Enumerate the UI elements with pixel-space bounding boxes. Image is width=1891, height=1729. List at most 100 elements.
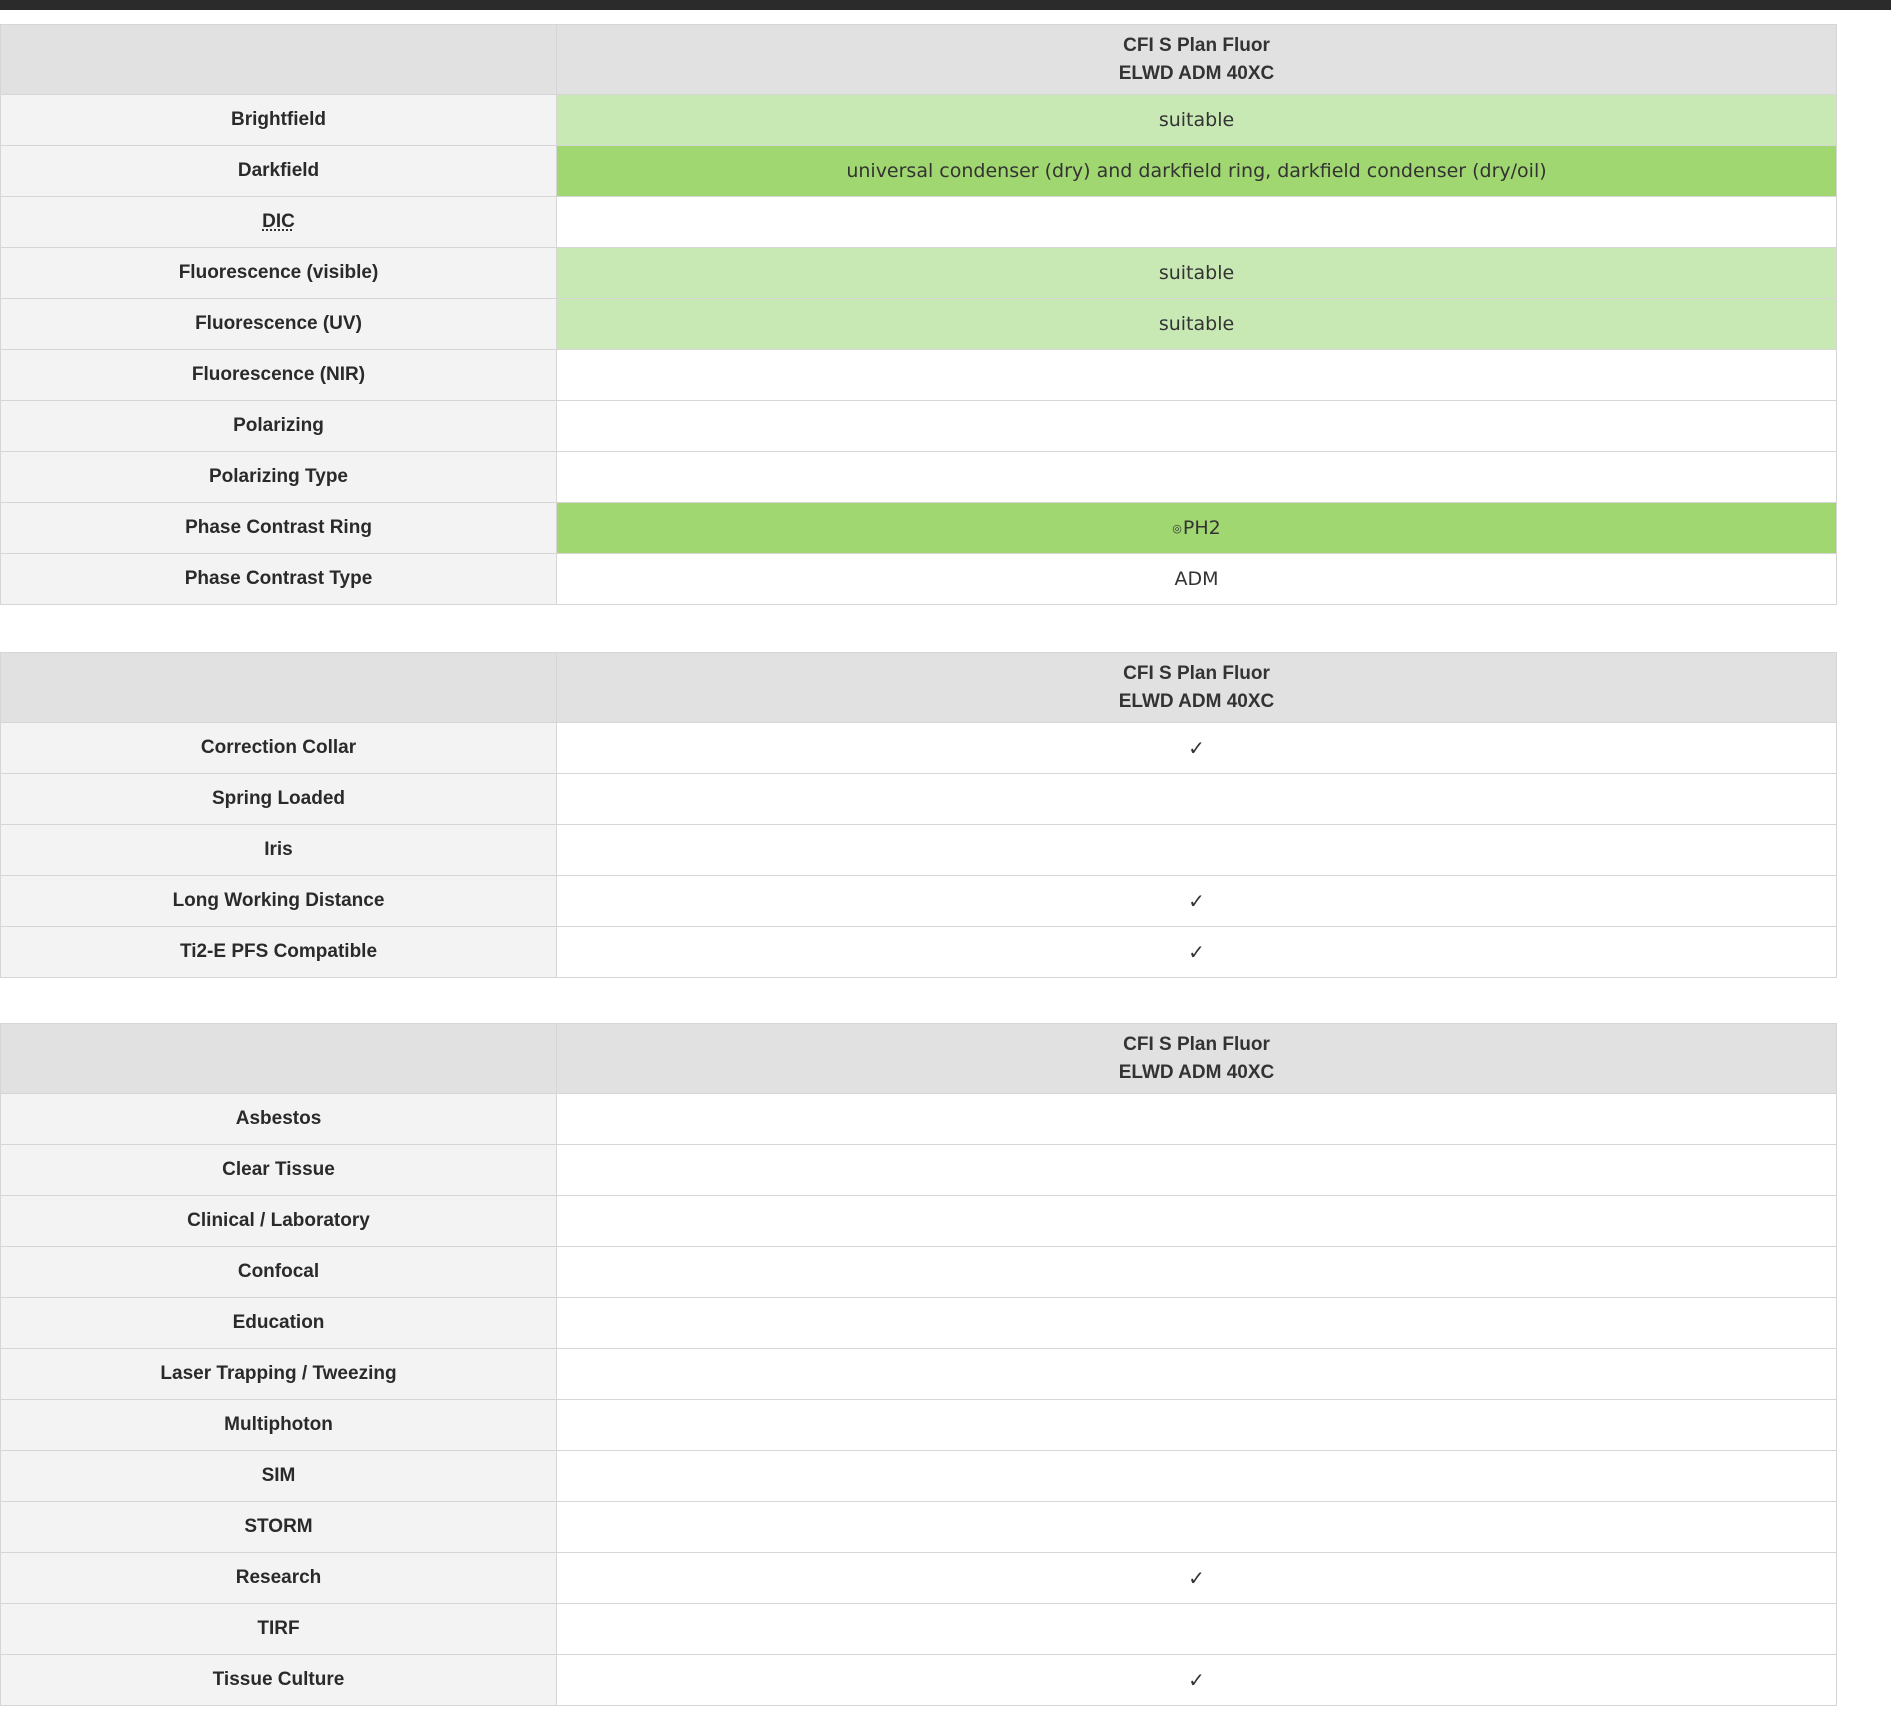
row-label-tirf: TIRF bbox=[0, 1603, 557, 1655]
table-row: Ti2-E PFS Compatible ✓ bbox=[0, 926, 1837, 978]
row-value-clear-tissue bbox=[556, 1144, 1837, 1196]
row-value-tirf bbox=[556, 1603, 1837, 1655]
row-value-fluorescence-visible: suitable bbox=[556, 247, 1837, 299]
objective-name-line1: CFI S Plan Fluor bbox=[1123, 1033, 1270, 1055]
row-label-darkfield: Darkfield bbox=[0, 145, 557, 197]
row-label-phase-contrast-type: Phase Contrast Type bbox=[0, 553, 557, 605]
table-row: STORM bbox=[0, 1501, 1837, 1553]
row-label-storm: STORM bbox=[0, 1501, 557, 1553]
objective-name-line2: ELWD ADM 40XC bbox=[1118, 690, 1275, 712]
header-empty-cell bbox=[0, 24, 557, 95]
row-label-multiphoton: Multiphoton bbox=[0, 1399, 557, 1451]
row-value-dic bbox=[556, 196, 1837, 248]
phase-ring-icon: ◎ bbox=[1172, 522, 1182, 535]
check-icon: ✓ bbox=[1188, 1668, 1205, 1692]
row-value-iris bbox=[556, 824, 1837, 876]
table-row: Multiphoton bbox=[0, 1399, 1837, 1451]
row-value-correction-collar: ✓ bbox=[556, 722, 1837, 774]
row-value-education bbox=[556, 1297, 1837, 1349]
row-value-brightfield: suitable bbox=[556, 94, 1837, 146]
top-bar bbox=[0, 0, 1891, 10]
row-value-multiphoton bbox=[556, 1399, 1837, 1451]
objective-name-line1: CFI S Plan Fluor bbox=[1123, 34, 1270, 56]
table-row: Darkfield universal condenser (dry) and … bbox=[0, 145, 1837, 197]
table-header-row: CFI S Plan Fluor ELWD ADM 40XC bbox=[0, 24, 1837, 95]
table-row: TIRF bbox=[0, 1603, 1837, 1655]
table-row: Brightfield suitable bbox=[0, 94, 1837, 146]
table-row: DIC bbox=[0, 196, 1837, 248]
check-icon: ✓ bbox=[1188, 940, 1205, 964]
row-value-asbestos bbox=[556, 1093, 1837, 1145]
row-label-fluorescence-uv: Fluorescence (UV) bbox=[0, 298, 557, 350]
table-row: Polarizing bbox=[0, 400, 1837, 452]
row-label-phase-contrast-ring: Phase Contrast Ring bbox=[0, 502, 557, 554]
row-label-dic[interactable]: DIC bbox=[0, 196, 557, 248]
table-row: Clinical / Laboratory bbox=[0, 1195, 1837, 1247]
table-row: Laser Trapping / Tweezing bbox=[0, 1348, 1837, 1400]
row-label-confocal: Confocal bbox=[0, 1246, 557, 1298]
row-value-spring-loaded bbox=[556, 773, 1837, 825]
row-value-polarizing-type bbox=[556, 451, 1837, 503]
row-value-ti2e-pfs-compatible: ✓ bbox=[556, 926, 1837, 978]
row-label-tissue-culture: Tissue Culture bbox=[0, 1654, 557, 1706]
row-value-phase-contrast-type: ADM bbox=[556, 553, 1837, 605]
table-row: Clear Tissue bbox=[0, 1144, 1837, 1196]
table-header-row: CFI S Plan Fluor ELWD ADM 40XC bbox=[0, 652, 1837, 723]
table-row: SIM bbox=[0, 1450, 1837, 1502]
table-row: Long Working Distance ✓ bbox=[0, 875, 1837, 927]
row-label-iris: Iris bbox=[0, 824, 557, 876]
row-label-brightfield: Brightfield bbox=[0, 94, 557, 146]
applications-table: CFI S Plan Fluor ELWD ADM 40XC Asbestos … bbox=[0, 1023, 1837, 1706]
row-value-darkfield: universal condenser (dry) and darkfield … bbox=[556, 145, 1837, 197]
row-label-laser-trapping: Laser Trapping / Tweezing bbox=[0, 1348, 557, 1400]
features-table: CFI S Plan Fluor ELWD ADM 40XC Correctio… bbox=[0, 652, 1837, 978]
row-value-confocal bbox=[556, 1246, 1837, 1298]
row-value-tissue-culture: ✓ bbox=[556, 1654, 1837, 1706]
dic-abbreviation[interactable]: DIC bbox=[262, 211, 295, 232]
row-value-sim bbox=[556, 1450, 1837, 1502]
check-icon: ✓ bbox=[1188, 736, 1205, 760]
row-value-fluorescence-nir bbox=[556, 349, 1837, 401]
table-row: Asbestos bbox=[0, 1093, 1837, 1145]
header-empty-cell bbox=[0, 652, 557, 723]
row-label-long-working-distance: Long Working Distance bbox=[0, 875, 557, 927]
check-icon: ✓ bbox=[1188, 889, 1205, 913]
check-icon: ✓ bbox=[1188, 1566, 1205, 1590]
objective-name-line2: ELWD ADM 40XC bbox=[1118, 1061, 1275, 1083]
row-label-asbestos: Asbestos bbox=[0, 1093, 557, 1145]
table-row: Education bbox=[0, 1297, 1837, 1349]
row-label-fluorescence-visible: Fluorescence (visible) bbox=[0, 247, 557, 299]
objective-name-header: CFI S Plan Fluor ELWD ADM 40XC bbox=[556, 1023, 1837, 1094]
row-value-phase-contrast-ring: ◎PH2 bbox=[556, 502, 1837, 554]
row-value-research: ✓ bbox=[556, 1552, 1837, 1604]
table-row: Confocal bbox=[0, 1246, 1837, 1298]
row-label-education: Education bbox=[0, 1297, 557, 1349]
row-label-clear-tissue: Clear Tissue bbox=[0, 1144, 557, 1196]
row-label-research: Research bbox=[0, 1552, 557, 1604]
row-value-long-working-distance: ✓ bbox=[556, 875, 1837, 927]
row-value-storm bbox=[556, 1501, 1837, 1553]
table-row: Research ✓ bbox=[0, 1552, 1837, 1604]
objective-name-header: CFI S Plan Fluor ELWD ADM 40XC bbox=[556, 24, 1837, 95]
row-label-polarizing: Polarizing bbox=[0, 400, 557, 452]
table-row: Fluorescence (UV) suitable bbox=[0, 298, 1837, 350]
row-value-fluorescence-uv: suitable bbox=[556, 298, 1837, 350]
row-label-correction-collar: Correction Collar bbox=[0, 722, 557, 774]
row-label-clinical-laboratory: Clinical / Laboratory bbox=[0, 1195, 557, 1247]
row-label-ti2e-pfs-compatible: Ti2-E PFS Compatible bbox=[0, 926, 557, 978]
table-row: Correction Collar ✓ bbox=[0, 722, 1837, 774]
table-row: Fluorescence (visible) suitable bbox=[0, 247, 1837, 299]
table-header-row: CFI S Plan Fluor ELWD ADM 40XC bbox=[0, 1023, 1837, 1094]
imaging-modes-table: CFI S Plan Fluor ELWD ADM 40XC Brightfie… bbox=[0, 24, 1837, 605]
row-value-clinical-laboratory bbox=[556, 1195, 1837, 1247]
table-row: Phase Contrast Ring ◎PH2 bbox=[0, 502, 1837, 554]
table-row: Spring Loaded bbox=[0, 773, 1837, 825]
table-row: Iris bbox=[0, 824, 1837, 876]
row-label-fluorescence-nir: Fluorescence (NIR) bbox=[0, 349, 557, 401]
objective-name-line1: CFI S Plan Fluor bbox=[1123, 662, 1270, 684]
table-row: Fluorescence (NIR) bbox=[0, 349, 1837, 401]
objective-name-line2: ELWD ADM 40XC bbox=[1118, 62, 1275, 84]
table-row: Polarizing Type bbox=[0, 451, 1837, 503]
phase-ring-value: PH2 bbox=[1182, 517, 1221, 539]
row-value-laser-trapping bbox=[556, 1348, 1837, 1400]
